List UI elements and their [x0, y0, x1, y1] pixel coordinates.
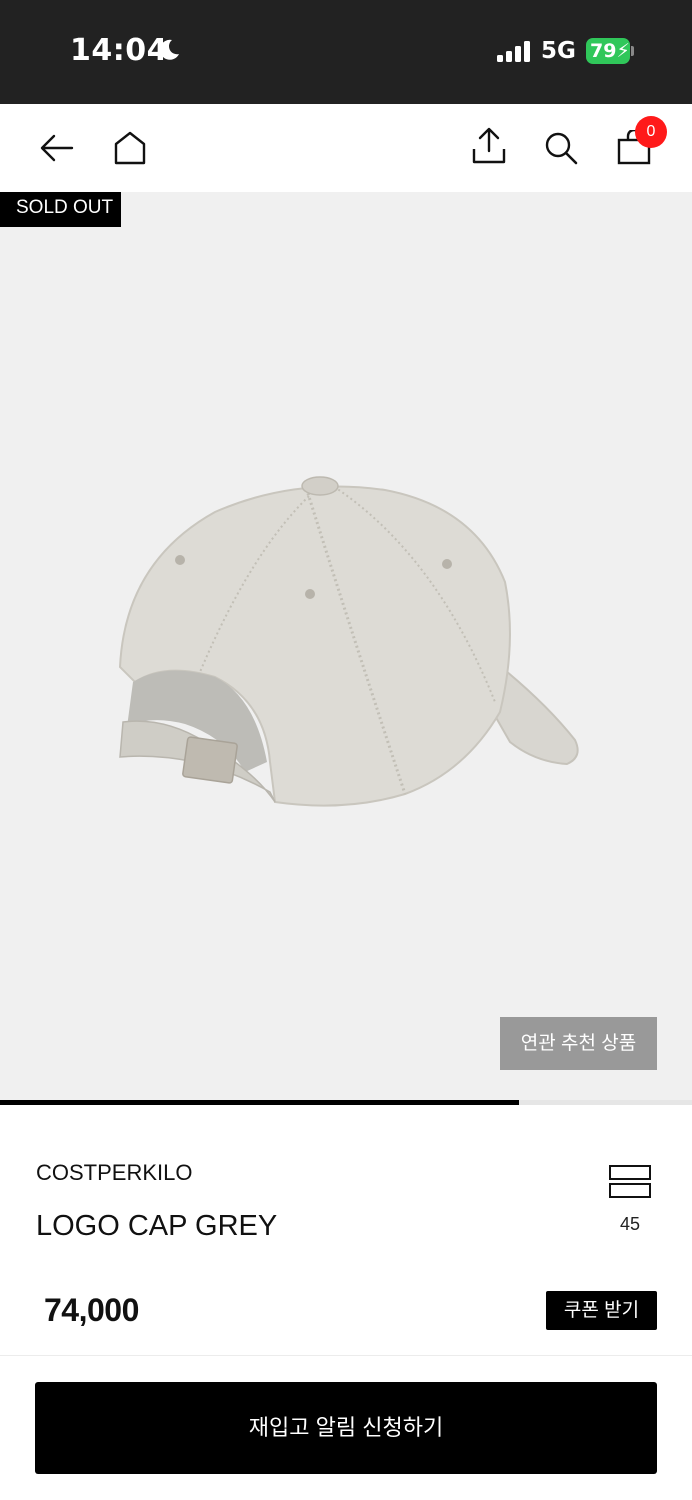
- status-bar: 14:04 5G 79⚡: [0, 0, 692, 104]
- brand-name[interactable]: COSTPERKILO: [36, 1160, 192, 1186]
- search-button[interactable]: [543, 130, 579, 166]
- product-image-gallery[interactable]: SOLD OUT 연관 추천 상품: [0, 192, 692, 1100]
- top-navigation: [0, 104, 692, 192]
- share-button[interactable]: [471, 127, 507, 164]
- stacked-bars-icon: [609, 1165, 651, 1198]
- sold-out-badge: SOLD OUT: [0, 192, 121, 227]
- home-button[interactable]: [112, 130, 148, 166]
- moon-icon: [159, 39, 179, 60]
- gallery-progress-fill: [0, 1100, 519, 1105]
- product-price: 74,000: [44, 1292, 139, 1328]
- back-arrow-icon: [40, 134, 74, 162]
- product-title: LOGO CAP GREY: [36, 1210, 278, 1242]
- search-icon: [545, 132, 578, 165]
- share-icon: [472, 127, 506, 164]
- cart-count-badge: 0: [635, 116, 667, 148]
- back-button[interactable]: [39, 130, 75, 166]
- network-type: 5G: [541, 38, 576, 64]
- battery-tip: [631, 46, 634, 56]
- wishlist-count: 45: [619, 1214, 641, 1234]
- coupon-button[interactable]: 쿠폰 받기: [546, 1291, 657, 1330]
- divider: [0, 1355, 692, 1356]
- gallery-progress-bar: [0, 1100, 692, 1105]
- signal-icon: [497, 41, 530, 62]
- status-time: 14:04: [70, 33, 168, 68]
- home-icon: [114, 131, 146, 165]
- related-products-button[interactable]: 연관 추천 상품: [500, 1017, 657, 1070]
- charging-icon: ⚡: [616, 40, 630, 62]
- battery-indicator: 79⚡: [586, 38, 630, 64]
- restock-alert-button[interactable]: 재입고 알림 신청하기: [35, 1382, 657, 1474]
- product-image-cap: [118, 476, 579, 807]
- wishlist-button[interactable]: 45: [606, 1162, 654, 1238]
- battery-level: 79: [590, 40, 617, 62]
